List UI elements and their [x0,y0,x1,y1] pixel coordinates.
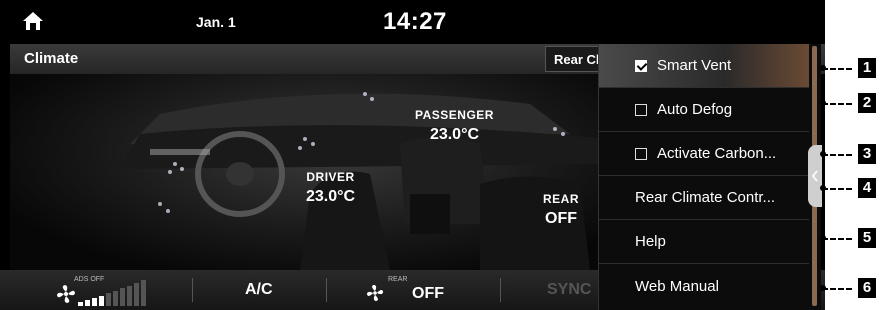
passenger-temperature: 23.0°C [429,126,480,143]
callout-5: 5 [820,228,880,248]
home-icon[interactable] [22,10,44,32]
ac-button[interactable]: A/C [245,281,273,299]
divider [192,278,193,302]
passenger-zone[interactable]: PASSENGER 23.0°C [415,108,494,144]
menu-item-label: Help [635,233,666,250]
rear-zone[interactable]: REAR OFF [543,192,579,228]
menu-item-web-manual[interactable]: Web Manual [599,264,809,308]
menu-item-label: Activate Carbon... [657,145,777,162]
clock: 14:27 [383,8,447,35]
rear-fan-icon [366,284,384,302]
callout-number: 5 [858,228,876,248]
rear-fan-label: REAR [388,276,408,283]
menu-item-label: Web Manual [635,277,719,295]
divider [326,278,327,302]
driver-zone[interactable]: DRIVER 23.0°C [306,170,355,206]
menu-item-activate-carbon[interactable]: Activate Carbon... [599,132,809,176]
callout-1: 1 [820,58,880,78]
cabin-illustration: PASSENGER 23.0°C DRIVER 23.0°C REAR OFF [10,74,650,270]
fan-icon [57,285,75,303]
climate-screen: Jan. 1 14:27 Climate Rear Climate PASSEN… [0,0,825,310]
checkbox-icon[interactable] [635,103,647,116]
driver-label: DRIVER [306,170,355,184]
sync-button[interactable]: SYNC [547,281,591,299]
driver-temperature: 23.0°C [306,188,356,205]
callout-number: 6 [858,278,876,298]
page-title: Climate [24,50,79,67]
menu-item-label: Smart Vent [657,57,732,74]
menu-item-label: Auto Defog [657,101,733,118]
rear-fan-value: OFF [412,285,444,302]
callout-6: 6 [820,278,880,298]
callout-number: 2 [858,93,876,113]
passenger-label: PASSENGER [415,108,494,122]
fan-speed-control[interactable]: ADS OFF [50,270,160,310]
callout-4: 4 [820,178,880,198]
callout-3: 3 [820,144,880,164]
rear-value: OFF [545,210,577,227]
checkbox-checked-icon[interactable] [635,59,647,72]
menu-item-label: Rear Climate Contr... [635,189,776,206]
menu-item-smart-vent[interactable]: Smart Vent [599,44,809,88]
callout-2: 2 [820,93,880,113]
menu-item-rear-climate-control[interactable]: Rear Climate Contr... [599,176,809,220]
options-menu: Smart Vent Auto Defog Activate Carbon...… [598,44,821,310]
date-display: Jan. 1 [196,14,236,30]
rear-label: REAR [543,192,580,206]
status-bar: Jan. 1 14:27 [0,0,825,44]
chevron-left-icon [811,170,818,182]
callout-number: 3 [858,144,876,164]
fan-level-bars [78,280,146,306]
callout-number: 1 [858,58,876,78]
menu-item-auto-defog[interactable]: Auto Defog [599,88,809,132]
menu-item-help[interactable]: Help [599,220,809,264]
rear-fan-control[interactable]: REAR OFF [366,270,486,310]
checkbox-icon[interactable] [635,147,647,160]
divider [500,278,501,302]
callout-number: 4 [858,178,876,198]
